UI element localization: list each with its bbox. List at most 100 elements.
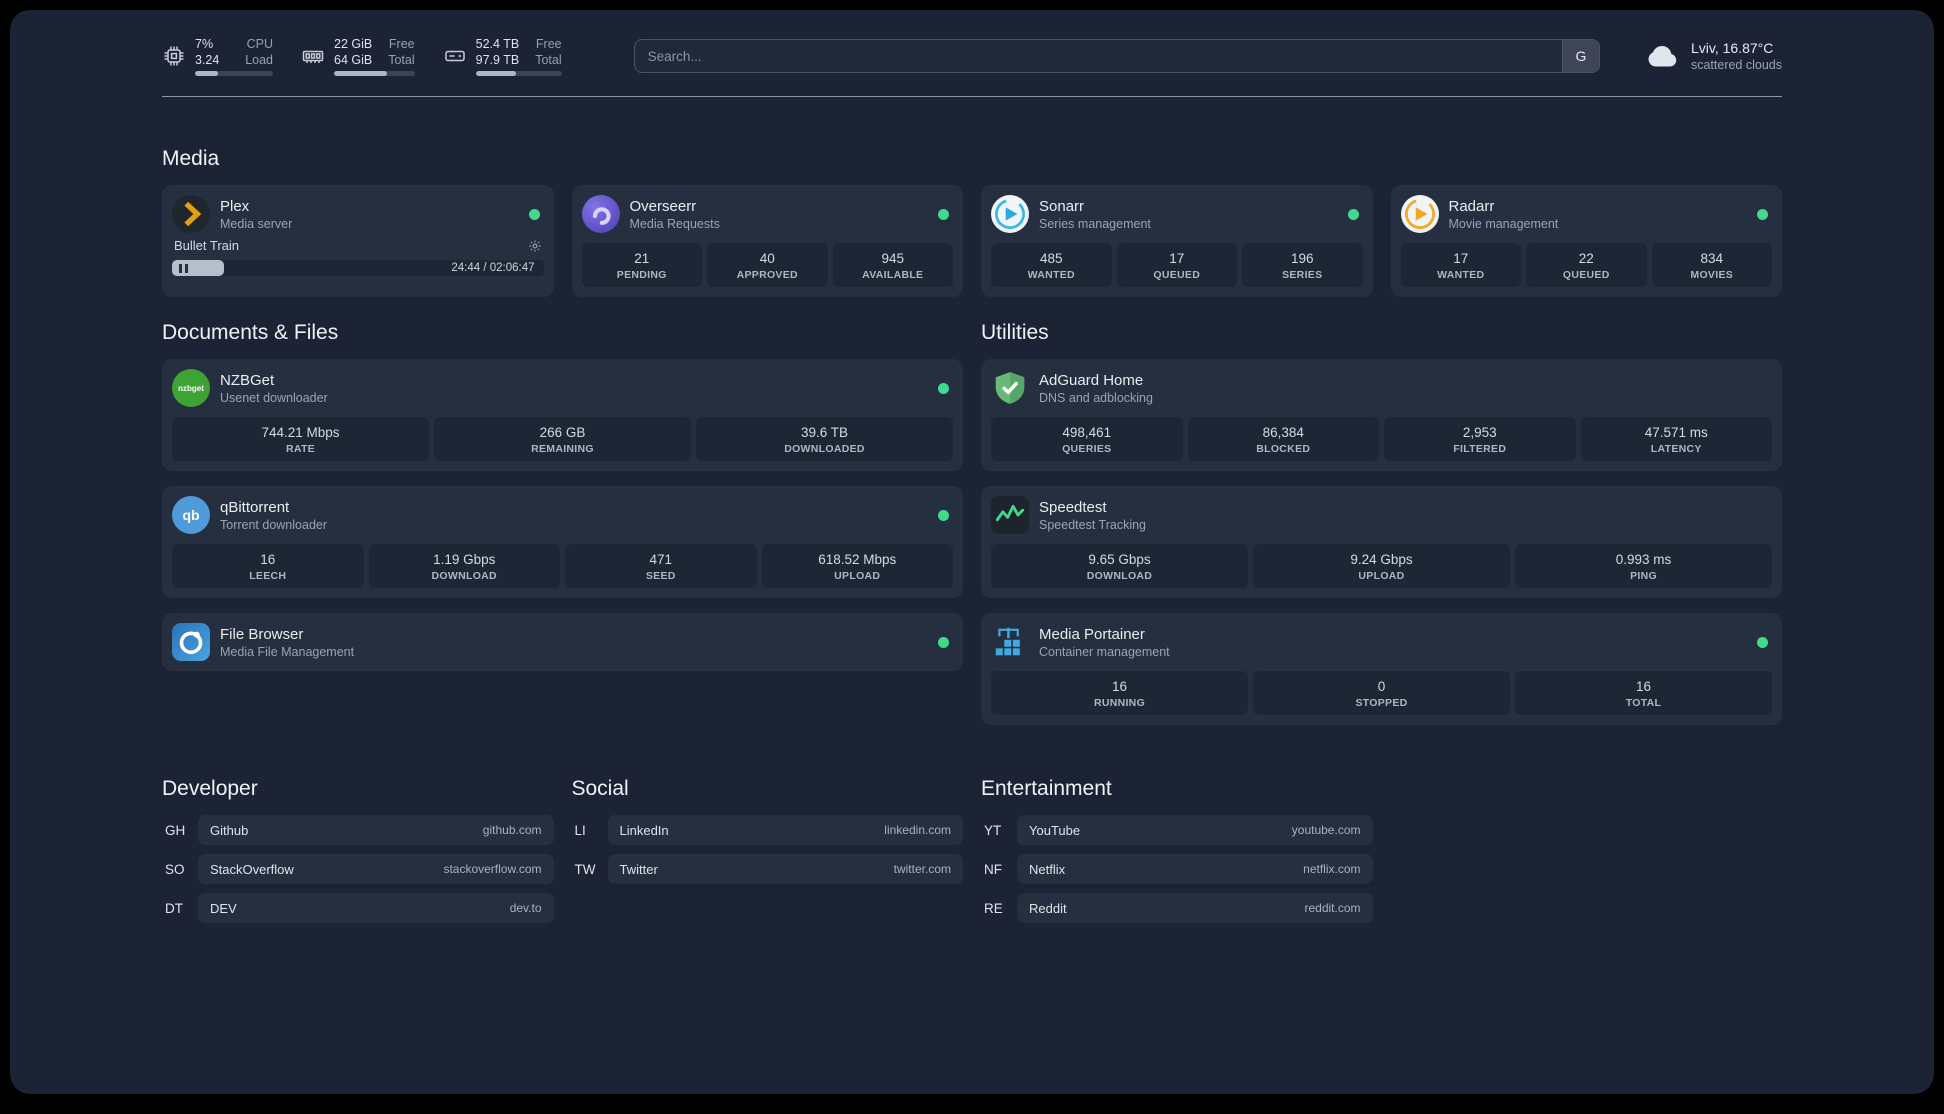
stat-value: 16	[1111, 679, 1128, 694]
bookmark-name: DEV	[210, 900, 237, 916]
overseerr-card[interactable]: Overseerr Media Requests 21 PENDING 40 A…	[571, 185, 963, 297]
filebrowser-card[interactable]: File Browser Media File Management	[162, 613, 963, 671]
stat-label: REMAINING	[531, 443, 594, 455]
section-media: Media Plex Media server Bullet Train 24:…	[162, 147, 1782, 297]
stat-total: 16 TOTAL	[1515, 671, 1772, 715]
section-title-media: Media	[162, 147, 220, 170]
bookmark-name: LinkedIn	[619, 822, 669, 838]
service-description: Torrent downloader	[220, 517, 328, 532]
service-name: AdGuard Home	[1039, 371, 1144, 389]
qbittorrent-card[interactable]: qb qBittorrent Torrent downloader 16 LEE…	[162, 486, 963, 598]
cpu-load-value: 3.24	[195, 53, 220, 67]
bookmark-github[interactable]: GH Github github.com	[162, 815, 554, 845]
bookmark-abbr: NF	[984, 861, 1002, 877]
search-bar: G	[633, 39, 1600, 73]
portainer-card[interactable]: Media Portainer Container management 16 …	[981, 613, 1782, 725]
status-dot	[938, 208, 949, 220]
stat-value: 17	[1453, 251, 1469, 266]
stat-latency: 47.571 ms LATENCY	[1580, 417, 1772, 461]
qbittorrent-icon: qb	[172, 496, 210, 534]
overseerr-icon	[581, 195, 620, 233]
stat-value: 834	[1700, 251, 1724, 266]
bookmarks-area: Developer GH Github github.com SO StackO…	[162, 777, 1782, 932]
bookmark-reddit[interactable]: RE Reddit reddit.com	[981, 893, 1373, 923]
playback-progressbar[interactable]: 24:44 / 02:06:47	[172, 260, 544, 276]
stat-approved: 40 APPROVED	[707, 243, 828, 287]
cpu-percent: 7%	[195, 37, 214, 51]
stat-label: WANTED	[1027, 269, 1075, 281]
cpu-widget: 7% CPU 3.24 Load	[162, 36, 273, 76]
service-name: Media Portainer	[1039, 625, 1145, 643]
bookmark-twitter[interactable]: TW Twitter twitter.com	[572, 854, 963, 884]
stat-value: 39.6 TB	[800, 425, 849, 440]
bookmark-dev[interactable]: DT DEV dev.to	[162, 893, 554, 923]
service-description: Movie management	[1448, 216, 1559, 231]
stat-value: 9.24 Gbps	[1350, 552, 1413, 567]
bookmark-linkedin[interactable]: LI LinkedIn linkedin.com	[572, 815, 963, 845]
status-dot	[1757, 636, 1768, 648]
stat-queries: 498,461 QUERIES	[991, 417, 1183, 461]
stat-movies: 834 MOVIES	[1651, 243, 1772, 287]
status-dot	[528, 208, 540, 220]
service-description: DNS and adblocking	[1039, 390, 1153, 405]
nzbget-card[interactable]: nzbget NZBGet Usenet downloader 744.21 M…	[162, 359, 963, 471]
cloud-icon	[1644, 38, 1680, 74]
bookmark-domain: dev.to	[509, 901, 542, 915]
adguard-card[interactable]: AdGuard Home DNS and adblocking 498,461 …	[981, 359, 1782, 471]
bookmark-abbr: YT	[984, 822, 1002, 838]
pause-icon[interactable]	[179, 263, 188, 273]
status-dot	[938, 382, 949, 394]
memory-free-value: 22 GiB	[334, 37, 373, 51]
bookmark-name: StackOverflow	[210, 861, 294, 877]
stat-value: 86,384	[1262, 425, 1304, 440]
stat-download: 1.19 Gbps DOWNLOAD	[368, 544, 560, 588]
stat-label: DOWNLOAD	[1086, 570, 1153, 582]
service-description: Container management	[1039, 644, 1170, 659]
bookmark-name: Twitter	[619, 861, 658, 877]
plex-card[interactable]: Plex Media server Bullet Train 24:44 / 0…	[162, 185, 554, 297]
cpu-progress-fill	[195, 71, 219, 76]
stat-filtered: 2,953 FILTERED	[1384, 417, 1576, 461]
speedtest-card[interactable]: Speedtest Speedtest Tracking 9.65 Gbps D…	[981, 486, 1782, 598]
stat-label: BLOCKED	[1256, 443, 1311, 455]
disk-free-label: Free	[535, 37, 562, 51]
section-title-utilities: Utilities	[981, 321, 1049, 344]
stat-value: 40	[759, 251, 775, 266]
bookmark-name: Reddit	[1029, 900, 1067, 916]
bookmark-netflix[interactable]: NF Netflix netflix.com	[981, 854, 1373, 884]
gear-icon[interactable]	[528, 239, 542, 253]
bookmark-abbr: LI	[574, 822, 586, 838]
stat-label: UPLOAD	[834, 570, 881, 582]
radarr-card[interactable]: Radarr Movie management 17 WANTED 22 QUE…	[1390, 185, 1782, 297]
stat-label: UPLOAD	[1358, 570, 1405, 582]
stat-upload: 618.52 Mbps UPLOAD	[761, 544, 953, 588]
nzbget-icon: nzbget	[172, 369, 210, 407]
stat-running: 16 RUNNING	[991, 671, 1248, 715]
stat-queued: 22 QUEUED	[1526, 243, 1647, 287]
sonarr-card[interactable]: Sonarr Series management 485 WANTED 17 Q…	[981, 185, 1373, 297]
search-input[interactable]	[634, 40, 1562, 72]
bookmark-name: Netflix	[1029, 861, 1066, 877]
bookmark-youtube[interactable]: YT YouTube youtube.com	[981, 815, 1373, 845]
stat-label: PING	[1630, 570, 1657, 582]
stat-series: 196 SERIES	[1242, 243, 1363, 287]
stat-value: 618.52 Mbps	[818, 552, 897, 567]
stat-label: TOTAL	[1625, 697, 1662, 709]
bookmark-abbr: RE	[984, 900, 1003, 916]
stat-value: 21	[634, 251, 650, 266]
service-name: NZBGet	[220, 371, 275, 389]
status-dot	[1347, 208, 1359, 220]
service-name: Radarr	[1448, 197, 1495, 215]
service-description: Media Requests	[629, 216, 720, 231]
section-title-developer: Developer	[162, 777, 258, 800]
portainer-icon	[991, 623, 1029, 661]
nzbget-icon-label: nzbget	[178, 383, 204, 393]
bookmark-stackoverflow[interactable]: SO StackOverflow stackoverflow.com	[162, 854, 554, 884]
stat-leech: 16 LEECH	[172, 544, 364, 588]
disk-progressbar	[475, 71, 562, 76]
stat-label: RUNNING	[1093, 697, 1146, 709]
cpu-label: CPU	[246, 37, 273, 51]
search-provider-button[interactable]: G	[1561, 40, 1599, 72]
bookmark-domain: twitter.com	[893, 862, 951, 876]
stat-value: 744.21 Mbps	[261, 425, 340, 440]
